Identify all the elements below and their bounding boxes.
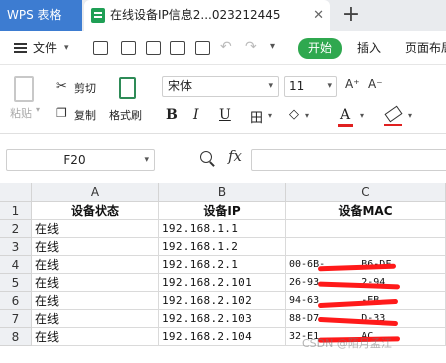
- fill-color-icon[interactable]: ◇: [289, 107, 299, 122]
- document-title: 在线设备IP信息2...023212445: [110, 8, 281, 22]
- column-header-b[interactable]: B: [159, 183, 286, 202]
- scissors-icon[interactable]: ✂: [56, 79, 67, 94]
- italic-button[interactable]: I: [193, 107, 199, 123]
- row-header[interactable]: 2: [0, 220, 32, 238]
- tab-start[interactable]: 开始: [298, 38, 342, 59]
- font-shrink-icon[interactable]: A⁻: [368, 77, 383, 91]
- cut-button[interactable]: 剪切: [74, 80, 96, 96]
- font-grow-icon[interactable]: A⁺: [345, 77, 360, 91]
- row-header[interactable]: 8: [0, 328, 32, 346]
- file-menu[interactable]: 文件: [33, 31, 57, 65]
- formula-input[interactable]: [251, 149, 446, 171]
- paste-label[interactable]: 粘贴: [10, 105, 32, 121]
- redo-icon[interactable]: ↷: [245, 39, 257, 55]
- clear-format-swatch: [384, 124, 402, 126]
- watermark: CSDN @陌月孟江: [302, 337, 392, 350]
- cell-status[interactable]: 在线: [32, 220, 159, 238]
- cell-status[interactable]: 在线: [32, 310, 159, 328]
- bold-button[interactable]: B: [166, 107, 178, 123]
- undo-icon[interactable]: ↶: [220, 39, 232, 55]
- formula-bar: F20 ▾ fx: [0, 134, 446, 183]
- font-size-select[interactable]: 11 ▾: [284, 76, 337, 97]
- font-name-select[interactable]: 宋体 ▾: [162, 76, 279, 97]
- cell-mac[interactable]: [286, 238, 446, 256]
- cell-ip[interactable]: 192.168.2.1: [159, 256, 286, 274]
- header-cell-status[interactable]: 设备状态: [32, 202, 159, 220]
- select-all-corner[interactable]: [0, 183, 32, 202]
- name-box[interactable]: F20 ▾: [6, 149, 155, 171]
- font-name-value: 宋体: [168, 79, 193, 93]
- cell-ip[interactable]: 192.168.2.104: [159, 328, 286, 346]
- tab-page-layout[interactable]: 页面布局: [405, 31, 446, 65]
- chevron-down-icon: ▾: [327, 81, 332, 91]
- tab-document[interactable]: 在线设备IP信息2...023212445 ✕: [84, 0, 330, 31]
- menu-bar: 文件 ▾ ↶ ↷ ▾ 开始 插入 页面布局: [0, 31, 446, 65]
- cell-reference: F20: [63, 153, 86, 167]
- open-folder-icon[interactable]: [93, 41, 108, 55]
- paste-icon[interactable]: [14, 76, 34, 102]
- close-icon[interactable]: ✕: [313, 0, 324, 31]
- row-header[interactable]: 3: [0, 238, 32, 256]
- format-painter-icon[interactable]: [119, 77, 136, 99]
- cell-ip[interactable]: 192.168.1.2: [159, 238, 286, 256]
- chevron-down-icon[interactable]: ▾: [408, 111, 412, 120]
- cell-status[interactable]: 在线: [32, 328, 159, 346]
- ribbon-toolbar: 粘贴 ▾ ✂ 剪切 ❐ 复制 格式刷 宋体 ▾ 11 ▾ A⁺ A⁻ B I U…: [0, 65, 446, 134]
- cell-ip[interactable]: 192.168.2.101: [159, 274, 286, 292]
- print-preview-icon[interactable]: [195, 41, 210, 55]
- column-header-c[interactable]: C: [286, 183, 446, 202]
- font-color-swatch: [338, 124, 353, 127]
- row-header[interactable]: 1: [0, 202, 32, 220]
- more-chevron-icon[interactable]: ▾: [270, 41, 275, 52]
- chevron-down-icon: ▾: [144, 155, 149, 165]
- format-painter-button[interactable]: 格式刷: [109, 107, 142, 123]
- row-header[interactable]: 6: [0, 292, 32, 310]
- cell-status[interactable]: 在线: [32, 256, 159, 274]
- clear-format-icon[interactable]: [384, 105, 403, 123]
- row-header[interactable]: 5: [0, 274, 32, 292]
- border-icon[interactable]: 田: [250, 107, 263, 126]
- tab-wps-home[interactable]: WPS 表格: [0, 0, 82, 31]
- cell-status[interactable]: 在线: [32, 274, 159, 292]
- row-header[interactable]: 4: [0, 256, 32, 274]
- search-icon[interactable]: [200, 151, 212, 163]
- header-cell-ip[interactable]: 设备IP: [159, 202, 286, 220]
- chevron-down-icon[interactable]: ▾: [268, 111, 272, 120]
- save-icon[interactable]: [121, 41, 136, 55]
- insert-function-icon[interactable]: fx: [228, 147, 242, 165]
- cell-ip[interactable]: 192.168.2.102: [159, 292, 286, 310]
- print-icon[interactable]: [170, 41, 185, 55]
- tab-insert[interactable]: 插入: [357, 31, 381, 65]
- chevron-down-icon: ▾: [268, 81, 273, 91]
- cell-mac[interactable]: [286, 220, 446, 238]
- copy-button[interactable]: 复制: [74, 107, 96, 123]
- chevron-down-icon[interactable]: ▾: [64, 31, 69, 65]
- cell-status[interactable]: 在线: [32, 238, 159, 256]
- cell-ip[interactable]: 192.168.2.103: [159, 310, 286, 328]
- spreadsheet-icon: [91, 8, 105, 23]
- chevron-down-icon[interactable]: ▾: [305, 111, 309, 120]
- underline-button[interactable]: U: [219, 107, 231, 123]
- export-pdf-icon[interactable]: [146, 41, 161, 55]
- chevron-down-icon[interactable]: ▾: [360, 111, 364, 120]
- menu-icon[interactable]: [14, 43, 27, 45]
- tab-bar: WPS 表格 在线设备IP信息2...023212445 ✕ +: [0, 0, 446, 31]
- column-header-a[interactable]: A: [32, 183, 159, 202]
- header-cell-mac[interactable]: 设备MAC: [286, 202, 446, 220]
- copy-icon[interactable]: ❐: [56, 106, 67, 120]
- chevron-down-icon[interactable]: ▾: [36, 105, 40, 114]
- row-header[interactable]: 7: [0, 310, 32, 328]
- font-size-value: 11: [289, 79, 305, 93]
- cell-ip[interactable]: 192.168.1.1: [159, 220, 286, 238]
- cell-status[interactable]: 在线: [32, 292, 159, 310]
- new-tab-button[interactable]: +: [336, 0, 366, 31]
- font-color-icon[interactable]: A: [340, 107, 350, 123]
